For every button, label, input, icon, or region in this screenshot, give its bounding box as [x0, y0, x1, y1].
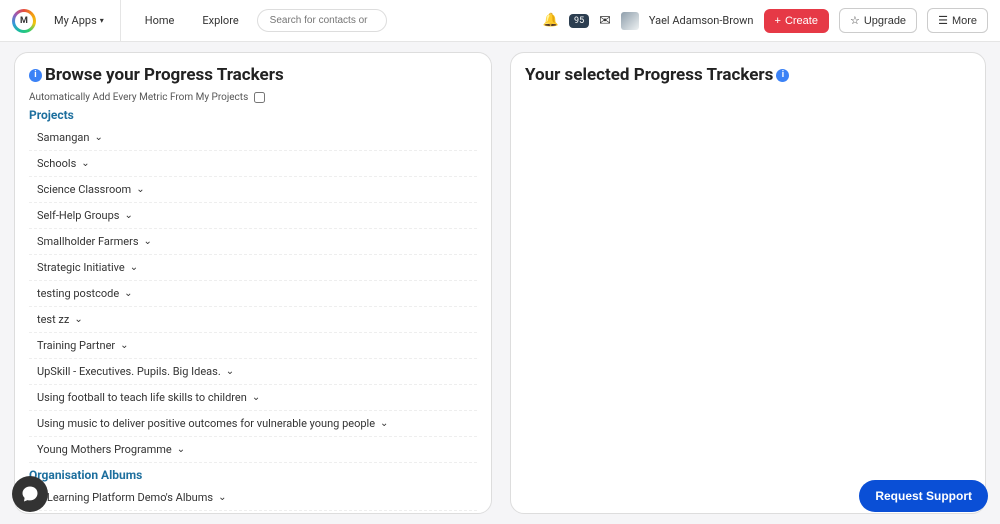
browse-panel: i Browse your Progress Trackers Automati…: [14, 52, 492, 514]
project-item-label: testing postcode: [37, 287, 119, 300]
chevron-down-icon: ⌄: [136, 184, 144, 195]
nav-explore[interactable]: Explore: [192, 0, 248, 42]
username-label[interactable]: Yael Adamson-Brown: [649, 14, 754, 27]
project-item[interactable]: Using music to deliver positive outcomes…: [29, 411, 477, 437]
list-icon: ☰: [938, 14, 948, 27]
chevron-down-icon: ⌄: [124, 210, 132, 221]
envelope-icon[interactable]: ✉: [599, 13, 611, 29]
nav-my-apps-label: My Apps: [54, 14, 97, 27]
project-item[interactable]: Schools ⌄: [29, 151, 477, 177]
upgrade-button[interactable]: ☆ Upgrade: [839, 8, 917, 33]
bell-icon[interactable]: 🔔: [543, 13, 559, 28]
project-item[interactable]: Self-Help Groups ⌄: [29, 203, 477, 229]
project-item[interactable]: UpSkill - Executives. Pupils. Big Ideas.…: [29, 359, 477, 385]
chevron-down-icon: ⌄: [177, 444, 185, 455]
org-album-item[interactable]: A Learning Platform Demo's Albums ⌄: [29, 485, 477, 511]
chevron-down-icon: ⌄: [94, 132, 102, 143]
project-item-label: Strategic Initiative: [37, 261, 125, 274]
chat-icon: [21, 485, 39, 503]
search-input[interactable]: [257, 9, 387, 32]
avatar[interactable]: [621, 12, 639, 30]
chevron-down-icon: ⌄: [144, 236, 152, 247]
project-item[interactable]: Training Partner ⌄: [29, 333, 477, 359]
project-item-label: test zz: [37, 313, 69, 326]
chevron-down-icon: ⌄: [130, 262, 138, 273]
project-item-label: Schools: [37, 157, 76, 170]
selected-panel-title: Your selected Progress Trackers i: [525, 65, 971, 85]
projects-header: Projects: [29, 108, 477, 122]
more-label: More: [952, 15, 977, 27]
project-item-label: Training Partner: [37, 339, 115, 352]
project-item-label: Young Mothers Programme: [37, 443, 172, 456]
browse-title-text: Browse your Progress Trackers: [45, 65, 284, 85]
project-item-label: Science Classroom: [37, 183, 131, 196]
project-item-label: Self-Help Groups: [37, 209, 119, 222]
org-album-item[interactable]: An Organisation Demo's Albums⌄: [29, 511, 477, 514]
create-label: Create: [785, 15, 818, 27]
notification-badge[interactable]: 95: [569, 14, 589, 28]
info-icon[interactable]: i: [776, 69, 789, 82]
upgrade-label: Upgrade: [864, 15, 906, 27]
browse-panel-title: i Browse your Progress Trackers: [29, 65, 477, 85]
create-button[interactable]: + Create: [764, 9, 829, 33]
chevron-down-icon: ⌄: [218, 492, 226, 503]
chevron-down-icon: ⌄: [252, 392, 260, 403]
star-icon: ☆: [850, 14, 860, 27]
project-item-label: Using football to teach life skills to c…: [37, 391, 247, 404]
org-album-item-label: A Learning Platform Demo's Albums: [37, 491, 213, 504]
project-item-label: Smallholder Farmers: [37, 235, 139, 248]
content-area: i Browse your Progress Trackers Automati…: [0, 42, 1000, 524]
topbar: My Apps ▾ Home Explore 🔔 95 ✉ Yael Adams…: [0, 0, 1000, 42]
request-support-button[interactable]: Request Support: [859, 480, 988, 512]
projects-list: Samangan⌄Schools⌄Science Classroom⌄Self-…: [29, 125, 477, 463]
project-item[interactable]: Science Classroom ⌄: [29, 177, 477, 203]
nav-my-apps[interactable]: My Apps ▾: [44, 0, 121, 42]
topbar-right: 🔔 95 ✉ Yael Adamson-Brown + Create ☆ Upg…: [543, 8, 988, 33]
plus-icon: +: [775, 15, 781, 27]
project-item[interactable]: test zz ⌄: [29, 307, 477, 333]
project-item[interactable]: Smallholder Farmers ⌄: [29, 229, 477, 255]
selected-panel: Your selected Progress Trackers i: [510, 52, 986, 514]
chevron-down-icon: ⌄: [74, 314, 82, 325]
info-icon[interactable]: i: [29, 69, 42, 82]
chat-bubble[interactable]: [12, 476, 48, 512]
project-item[interactable]: testing postcode ⌄: [29, 281, 477, 307]
project-item[interactable]: Strategic Initiative ⌄: [29, 255, 477, 281]
chevron-down-icon: ⌄: [380, 418, 388, 429]
org-albums-header: Organisation Albums: [29, 468, 477, 482]
project-item[interactable]: Using football to teach life skills to c…: [29, 385, 477, 411]
chevron-down-icon: ▾: [100, 16, 104, 25]
nav-home[interactable]: Home: [135, 0, 185, 42]
project-item-label: Using music to deliver positive outcomes…: [37, 417, 375, 430]
auto-add-label: Automatically Add Every Metric From My P…: [29, 92, 248, 103]
auto-add-checkbox[interactable]: [254, 92, 265, 103]
chevron-down-icon: ⌄: [226, 366, 234, 377]
auto-add-row[interactable]: Automatically Add Every Metric From My P…: [29, 92, 477, 103]
project-item-label: Samangan: [37, 131, 89, 144]
chevron-down-icon: ⌄: [120, 340, 128, 351]
selected-title-text: Your selected Progress Trackers: [525, 65, 773, 85]
project-item[interactable]: Young Mothers Programme ⌄: [29, 437, 477, 463]
chevron-down-icon: ⌄: [81, 158, 89, 169]
org-albums-list: A Learning Platform Demo's Albums ⌄ An Org…: [29, 485, 477, 514]
project-item[interactable]: Samangan ⌄: [29, 125, 477, 151]
chevron-down-icon: ⌄: [124, 288, 132, 299]
logo[interactable]: [12, 9, 36, 33]
project-item-label: UpSkill - Executives. Pupils. Big Ideas.: [37, 365, 221, 378]
more-button[interactable]: ☰ More: [927, 8, 988, 33]
